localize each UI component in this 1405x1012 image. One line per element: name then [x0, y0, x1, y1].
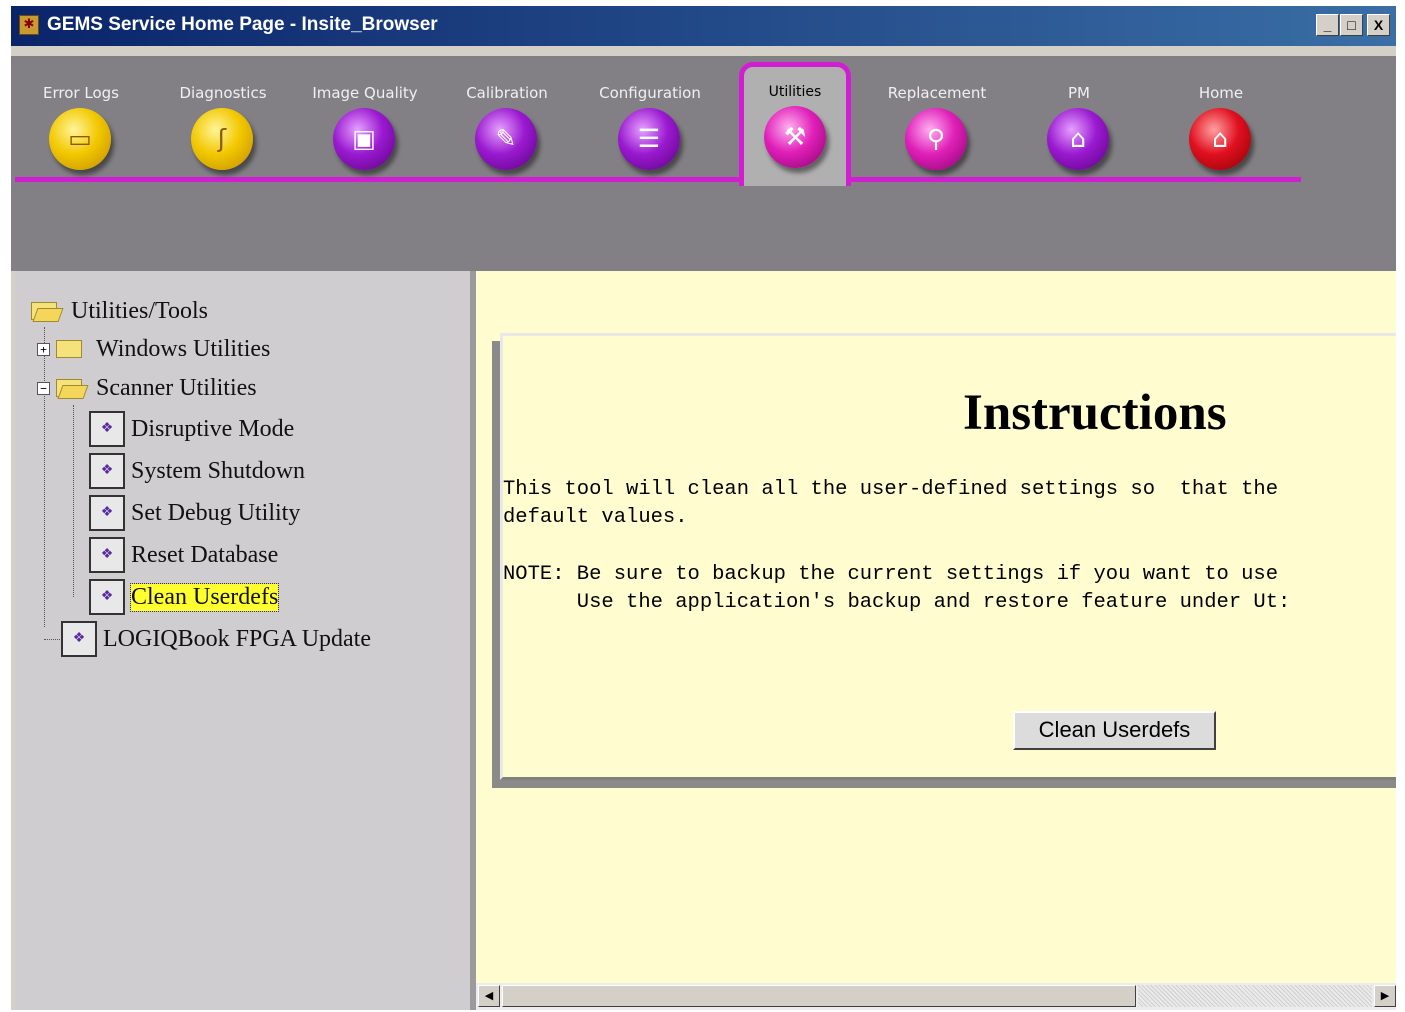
- tab-label: Error Logs: [43, 84, 119, 102]
- horizontal-scrollbar[interactable]: ◀ ▶: [476, 983, 1396, 1010]
- close-button[interactable]: X: [1367, 14, 1390, 36]
- scroll-right-icon[interactable]: ▶: [1374, 985, 1396, 1007]
- toolbox-icon[interactable]: ⚒: [764, 106, 826, 168]
- tree-node-label: Disruptive Mode: [131, 415, 295, 442]
- tree-item-reset-database[interactable]: ❖ Reset Database: [89, 537, 278, 573]
- tree-node-utilities-tools[interactable]: Utilities/Tools: [31, 293, 208, 329]
- tree-node-windows-utilities[interactable]: + Windows Utilities: [37, 331, 270, 367]
- folder-open-icon: [31, 302, 57, 320]
- tab-home[interactable]: Home ⌂: [1151, 58, 1291, 178]
- error-logs-icon[interactable]: ▭: [49, 108, 111, 170]
- window-title: GEMS Service Home Page - Insite_Browser: [47, 14, 438, 35]
- browser-window: ✱ GEMS Service Home Page - Insite_Browse…: [10, 6, 1396, 1010]
- home-icon[interactable]: ⌂: [1189, 108, 1251, 170]
- minimize-button[interactable]: _: [1316, 14, 1339, 36]
- stethoscope-icon[interactable]: ʃ: [191, 108, 253, 170]
- tree-node-label-selected: Clean Userdefs: [129, 582, 280, 612]
- tab-replacement[interactable]: Replacement ⚲: [867, 58, 1007, 178]
- nav-toolbar: Error Logs ▭ Diagnostics ʃ Image Quality…: [11, 58, 1396, 271]
- instruction-line: This tool will clean all the user-define…: [503, 478, 1279, 501]
- tool-page-icon: ❖: [61, 621, 97, 657]
- instructions-heading: Instructions: [963, 385, 1227, 441]
- folder-icon: [56, 340, 82, 358]
- calibration-icon[interactable]: ✎: [475, 108, 537, 170]
- scroll-left-icon[interactable]: ◀: [478, 985, 500, 1007]
- tab-label: Calibration: [466, 84, 548, 102]
- tree-node-label: LOGIQBook FPGA Update: [103, 625, 371, 652]
- tree-node-scanner-utilities[interactable]: − Scanner Utilities: [37, 370, 257, 406]
- tree-item-clean-userdefs[interactable]: ❖ Clean Userdefs: [89, 579, 280, 615]
- image-quality-icon[interactable]: ▣: [333, 108, 395, 170]
- tab-label: PM: [1068, 84, 1090, 102]
- configuration-icon[interactable]: ☰: [618, 108, 680, 170]
- tool-page-icon: ❖: [89, 537, 125, 573]
- tab-label: Image Quality: [312, 84, 418, 102]
- tree-node-label: Utilities/Tools: [71, 297, 208, 324]
- tab-diagnostics[interactable]: Diagnostics ʃ: [153, 58, 293, 178]
- scroll-thumb[interactable]: [502, 985, 1136, 1007]
- tab-error-logs[interactable]: Error Logs ▭: [11, 58, 151, 178]
- tab-pm[interactable]: PM ⌂: [1009, 58, 1149, 178]
- collapse-icon[interactable]: −: [37, 381, 50, 395]
- tab-configuration[interactable]: Configuration ☰: [580, 58, 720, 178]
- tree-node-label: Windows Utilities: [96, 335, 271, 362]
- instruction-line: default values.: [503, 506, 688, 529]
- tab-image-quality[interactable]: Image Quality ▣: [295, 58, 435, 178]
- expand-icon[interactable]: +: [37, 342, 50, 356]
- scroll-track[interactable]: [1138, 985, 1372, 1007]
- tab-label: Replacement: [887, 84, 987, 102]
- content-pane: Instructions This tool will clean all th…: [476, 271, 1396, 1010]
- tree-item-set-debug-utility[interactable]: ❖ Set Debug Utility: [89, 495, 300, 531]
- app-icon[interactable]: ✱: [19, 15, 39, 35]
- tree-item-system-shutdown[interactable]: ❖ System Shutdown: [89, 453, 305, 489]
- tab-label: Home: [1198, 84, 1244, 102]
- tree-item-disruptive-mode[interactable]: ❖ Disruptive Mode: [89, 411, 294, 447]
- tab-calibration[interactable]: Calibration ✎: [437, 58, 577, 178]
- instructions-panel: Instructions This tool will clean all th…: [500, 333, 1396, 780]
- tree-item-logiqbook-fpga-update[interactable]: ❖ LOGIQBook FPGA Update: [61, 621, 371, 657]
- pm-icon[interactable]: ⌂: [1047, 108, 1109, 170]
- title-bar[interactable]: ✱ GEMS Service Home Page - Insite_Browse…: [11, 6, 1396, 46]
- tree-node-label: Scanner Utilities: [96, 374, 257, 401]
- replacement-icon[interactable]: ⚲: [905, 108, 967, 170]
- tool-page-icon: ❖: [89, 411, 125, 447]
- tab-utilities[interactable]: Utilities ⚒: [739, 62, 851, 186]
- folder-open-icon: [56, 379, 82, 397]
- menu-strip: [11, 46, 1396, 58]
- tab-label: Utilities: [768, 84, 822, 100]
- tool-page-icon: ❖: [89, 453, 125, 489]
- tree-pane: Utilities/Tools + Windows Utilities − Sc…: [15, 271, 476, 1010]
- note-line: NOTE: Be sure to backup the current sett…: [503, 563, 1279, 586]
- maximize-button[interactable]: □: [1340, 14, 1363, 36]
- tab-label: Diagnostics: [179, 84, 267, 102]
- tool-page-icon: ❖: [89, 579, 125, 615]
- tab-label: Configuration: [599, 84, 701, 102]
- note-line: Use the application's backup and restore…: [503, 591, 1291, 614]
- tree-connector: [73, 405, 74, 597]
- tool-page-icon: ❖: [89, 495, 125, 531]
- tree-node-label: System Shutdown: [131, 457, 306, 484]
- tree-node-label: Reset Database: [131, 541, 279, 568]
- tree-node-label: Set Debug Utility: [131, 499, 301, 526]
- clean-userdefs-button[interactable]: Clean Userdefs: [1013, 711, 1216, 750]
